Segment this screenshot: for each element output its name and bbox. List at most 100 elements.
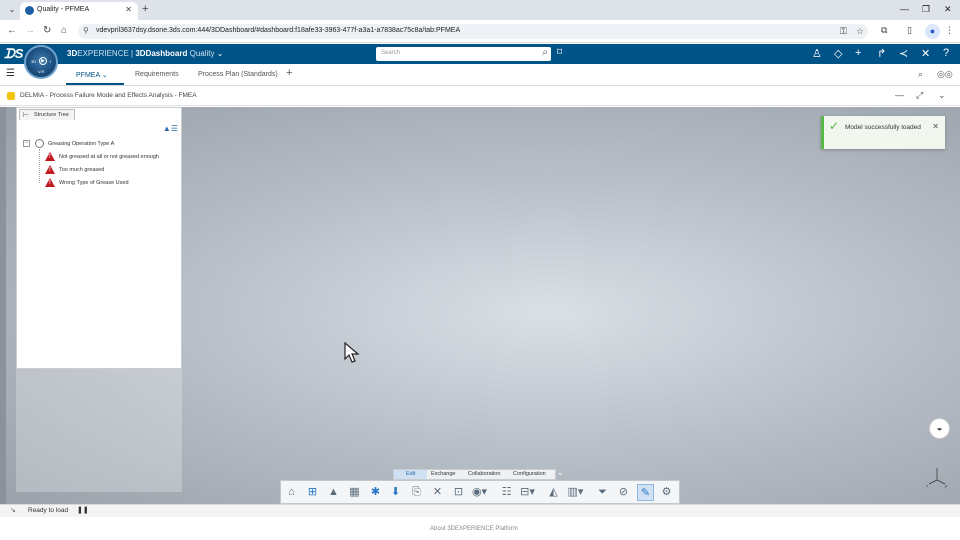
restore-icon[interactable]: ❐ <box>922 4 930 15</box>
settings-gears-icon[interactable]: ⚙ <box>658 484 675 501</box>
tab-pfmea-label: PFMEA <box>76 72 100 79</box>
chart-menu-icon[interactable]: ▥▾ <box>567 484 584 501</box>
view-mode-icon[interactable]: ◎◎ <box>937 69 953 80</box>
list-icon[interactable]: ☷ <box>498 484 515 501</box>
delete-icon[interactable]: ✕ <box>429 484 446 501</box>
close-tab-icon[interactable]: ✕ <box>125 5 132 14</box>
bookmark-star-icon[interactable]: ☆ <box>856 26 864 37</box>
compass-widget[interactable]: 3D ▶ i V.R <box>24 45 58 79</box>
tab-collaboration[interactable]: Collaboration <box>468 471 500 477</box>
check-icon: ✓ <box>829 119 840 133</box>
browser-tab[interactable]: Quality - PFMEA ✕ <box>20 2 138 20</box>
failure-mode-icon[interactable]: ▲ <box>325 484 342 501</box>
status-text: Ready to load <box>28 507 69 514</box>
social-share-icon[interactable]: ≺ <box>899 47 908 60</box>
forward-icon[interactable]: → <box>25 25 35 36</box>
password-key-icon[interactable]: ⚿ <box>840 26 847 37</box>
report-menu-icon[interactable]: ⊟▾ <box>519 484 536 501</box>
tab-requirements[interactable]: Requirements <box>135 71 179 78</box>
tab-chevron-down-icon[interactable]: ⌄ <box>102 72 108 79</box>
reload-icon[interactable]: ↻ <box>43 25 51 36</box>
shapes-icon[interactable]: ◭ <box>545 484 562 501</box>
tag-icon[interactable]: ⌑ <box>557 47 562 58</box>
menu-icon[interactable]: ☰ <box>6 68 15 79</box>
share-icon[interactable]: ↱ <box>877 47 886 60</box>
home-icon[interactable]: ⌂ <box>61 25 67 36</box>
search-icon[interactable]: ⌕ <box>542 47 548 58</box>
transform-icon[interactable]: ⊡ <box>450 484 467 501</box>
failure-warning-icon: ! <box>45 152 55 161</box>
edit-pencil-icon[interactable]: ✎ <box>637 484 654 501</box>
back-icon[interactable]: ← <box>7 25 17 36</box>
search-input[interactable]: Search ⌕ <box>376 47 551 61</box>
table-icon[interactable]: ▦ <box>346 484 363 501</box>
tree-root-node[interactable]: Greasing Operation Type A <box>48 141 114 147</box>
close-toast-icon[interactable]: ✕ <box>932 122 939 131</box>
tab-edit[interactable]: Edit <box>406 471 415 477</box>
side-panel-icon[interactable]: ▯ <box>907 25 912 36</box>
compass-i-label: i <box>50 59 51 64</box>
collapse-node-icon[interactable]: − <box>23 140 30 147</box>
success-toast: ✓ Model successfully loaded ✕ <box>821 116 945 149</box>
profile-avatar-icon[interactable]: ● <box>925 24 940 39</box>
compass-play-icon[interactable]: ▶ <box>39 57 47 65</box>
app-title-bar: DELMIA - Process Failure Mode and Effect… <box>0 87 960 106</box>
url-text[interactable]: vdevpril3637dsy.dsone.3ds.com:444/3DDash… <box>96 27 460 34</box>
minimize-widget-icon[interactable]: — <box>895 90 904 100</box>
favicon-icon <box>25 6 34 15</box>
browser-menu-icon[interactable]: ⋮ <box>945 25 954 36</box>
action-bar-expand-icon[interactable]: ⌄ <box>557 468 564 477</box>
filter-icon[interactable]: ⏷ <box>594 484 611 501</box>
inspect-icon[interactable]: ⊘ <box>615 484 632 501</box>
tab-pfmea[interactable]: PFMEA ⌄ <box>76 71 108 79</box>
add-icon[interactable]: + <box>855 47 861 59</box>
search-placeholder: Search <box>381 50 401 56</box>
user-icon[interactable]: ♙ <box>812 47 822 60</box>
search-dashboard-icon[interactable]: ⌕ <box>918 69 923 80</box>
structure-tree-label: Structure Tree <box>34 112 69 118</box>
add-document-icon[interactable]: ⎘ <box>408 484 425 501</box>
tab-list-chevron-icon[interactable]: ⌄ <box>6 4 18 16</box>
site-info-icon[interactable]: ⚲ <box>83 26 89 35</box>
widget-menu-chevron-icon[interactable]: ⌄ <box>938 90 946 101</box>
add-tab-icon[interactable]: + <box>286 67 292 79</box>
axis-x-label: x <box>926 483 928 488</box>
new-tab-icon[interactable]: + <box>142 3 148 15</box>
compass-vr-label: V.R <box>38 69 45 74</box>
structure-tree-tab[interactable]: ⊢ Structure Tree <box>19 109 75 120</box>
dashboard-tabbar: ☰ PFMEA ⌄ Requirements Process Plan (Sta… <box>0 64 960 86</box>
tree-child-node[interactable]: Not greased at all or not greased enough <box>59 154 159 160</box>
brand-title[interactable]: 3DEXPERIENCE | 3DDashboard Quality ⌄ <box>67 49 223 58</box>
brand-chevron-down-icon[interactable]: ⌄ <box>215 49 224 58</box>
asterisk-icon[interactable]: ✱ <box>367 484 384 501</box>
extensions-icon[interactable]: ⧉ <box>881 25 887 36</box>
globe-menu-icon[interactable]: ◉▾ <box>471 484 488 501</box>
tree-options-icon[interactable]: ▲☰ <box>163 124 178 133</box>
about-platform-link[interactable]: About 3DEXPERIENCE Platform <box>430 526 518 532</box>
axis-z-label: z <box>936 466 938 471</box>
home-view-icon[interactable]: ⌂ <box>283 484 300 501</box>
import-down-icon[interactable]: ⬇ <box>387 484 404 501</box>
insert-structure-icon[interactable]: ⊞ <box>304 484 321 501</box>
apps-icon[interactable]: ✕ <box>921 47 930 60</box>
app-icon <box>7 92 15 100</box>
url-bar[interactable]: ⚲ vdevpril3637dsy.dsone.3ds.com:444/3DDa… <box>78 24 868 39</box>
browser-toolbar: ← → ↻ ⌂ ⚲ vdevpril3637dsy.dsone.3ds.com:… <box>0 20 960 43</box>
tab-process-plan[interactable]: Process Plan (Standards) <box>198 71 278 78</box>
tree-child-node[interactable]: Wrong Type of Grease Used <box>59 180 129 186</box>
compass-view-icon[interactable]: ◒ <box>929 418 950 439</box>
tab-configuration[interactable]: Configuration <box>513 471 546 477</box>
failure-warning-icon: ! <box>45 165 55 174</box>
tree-child-node[interactable]: Too much greased <box>59 167 104 173</box>
tab-exchange[interactable]: Exchange <box>431 471 455 477</box>
app-header: ᗪS 3DEXPERIENCE | 3DDashboard Quality ⌄ … <box>0 44 960 64</box>
pause-icon[interactable]: ❚❚ <box>77 506 89 514</box>
help-icon[interactable]: ? <box>943 47 949 59</box>
minimize-icon[interactable]: — <box>900 4 909 14</box>
maximize-widget-icon[interactable]: ⤢ <box>916 90 923 101</box>
brand-app: 3DDashboard <box>135 49 188 58</box>
close-window-icon[interactable]: ✕ <box>944 4 952 15</box>
notifications-icon[interactable]: ◇ <box>834 47 842 60</box>
dassault-logo-icon: ᗪS <box>4 46 24 61</box>
active-tab-indicator <box>66 83 124 85</box>
